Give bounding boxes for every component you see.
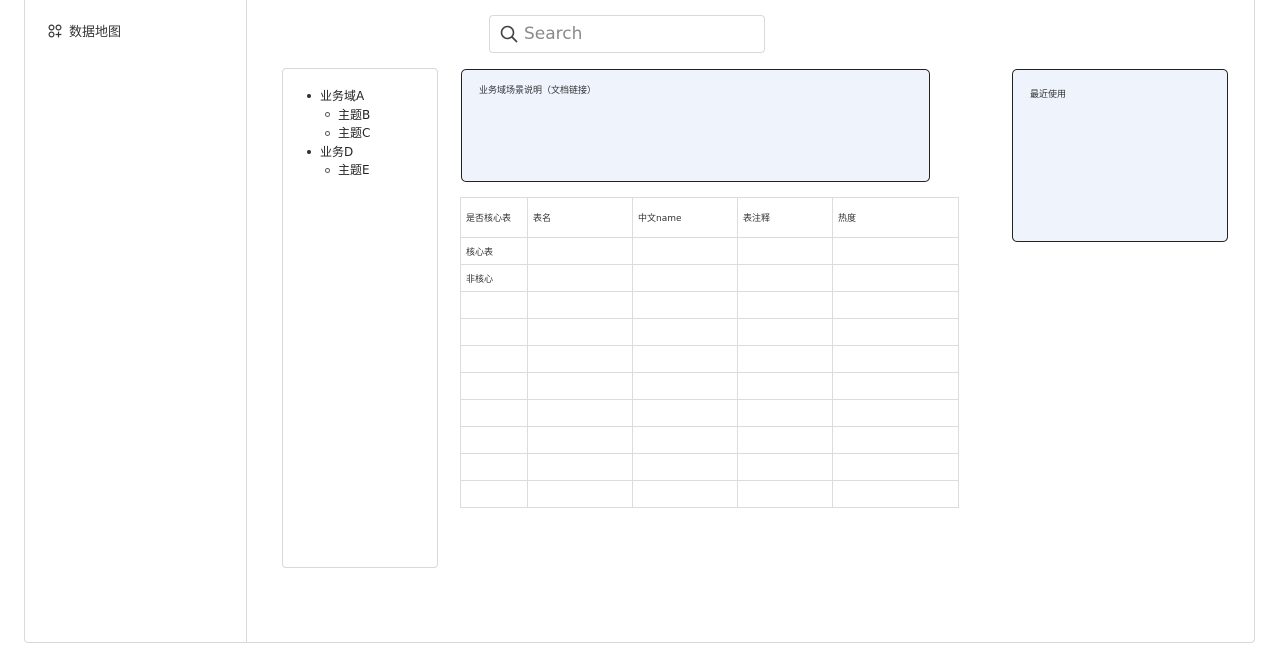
table-cell [632, 480, 738, 508]
grid-icon [48, 23, 62, 38]
table-cell [832, 291, 959, 319]
table-cell [460, 318, 528, 346]
tree-item-topic-e[interactable]: 主题E [307, 161, 370, 180]
domain-description-panel: 业务域场景说明（文档链接） [461, 69, 930, 182]
table-cell [737, 345, 833, 373]
column-header-chinese-name: 中文name [632, 197, 738, 238]
table-cell [460, 426, 528, 454]
table-cell [737, 372, 833, 400]
table-cell [632, 345, 738, 373]
search-input[interactable] [522, 23, 746, 45]
tree-item-label: 主题E [338, 163, 370, 177]
table-cell [632, 426, 738, 454]
search-icon[interactable] [500, 25, 518, 43]
table-cell [460, 372, 528, 400]
table-cell: 非核心 [460, 264, 528, 292]
table-cell [460, 453, 528, 481]
table-cell [527, 291, 633, 319]
tree-item-label: 业务域A [320, 89, 365, 103]
table-cell [460, 291, 528, 319]
table-cell [737, 480, 833, 508]
table-cell [737, 399, 833, 427]
table-cell [832, 372, 959, 400]
table-cell [832, 264, 959, 292]
tree-item-label: 主题B [338, 107, 371, 122]
table-cell [527, 372, 633, 400]
tree-item-topic-b[interactable]: 主题B [307, 106, 370, 125]
table-cell [460, 345, 528, 373]
domain-description-link[interactable]: 业务域场景说明（文档链接） [479, 83, 596, 96]
column-header-table-name: 表名 [527, 197, 633, 238]
table-row[interactable] [460, 345, 959, 373]
tree-item-domain-d[interactable]: 业务D [307, 143, 370, 162]
table-cell [460, 399, 528, 427]
table-row[interactable]: 非核心 [460, 264, 959, 292]
table-list: 是否核心表 表名 中文name 表注释 热度 核心表 非核心 [460, 197, 959, 508]
table-cell [737, 291, 833, 319]
sidebar-item-data-map[interactable]: 数据地图 [48, 21, 121, 40]
column-header-table-comment: 表注释 [737, 197, 833, 238]
table-cell [527, 318, 633, 346]
table-cell [737, 426, 833, 454]
table-cell [832, 480, 959, 508]
table-cell [832, 453, 959, 481]
table-row[interactable] [460, 453, 959, 481]
table-cell [632, 318, 738, 346]
table-cell [737, 453, 833, 481]
table-cell [832, 399, 959, 427]
tree-item-label: 主题C [338, 126, 371, 140]
table-body: 核心表 非核心 [460, 237, 959, 508]
table-cell [832, 345, 959, 373]
table-cell [527, 345, 633, 373]
table-cell [737, 237, 833, 265]
sidebar: 数据地图 [24, 0, 247, 643]
sidebar-item-label: 数据地图 [69, 25, 122, 40]
table-cell [832, 318, 959, 346]
table-cell [632, 264, 738, 292]
tree-item-topic-c[interactable]: 主题C [307, 124, 370, 143]
table-row[interactable] [460, 372, 959, 400]
table-cell [527, 480, 633, 508]
table-cell [832, 426, 959, 454]
search-bar[interactable] [489, 15, 765, 53]
table-cell [832, 237, 959, 265]
column-header-is-core: 是否核心表 [460, 197, 528, 238]
tree-item-domain-a[interactable]: 业务域A [307, 87, 370, 106]
column-header-popularity: 热度 [832, 197, 959, 238]
table-cell [460, 480, 528, 508]
table-row[interactable] [460, 399, 959, 427]
table-cell [632, 291, 738, 319]
table-row[interactable] [460, 291, 959, 319]
tree-item-label: 业务D [320, 144, 354, 159]
table-cell: 核心表 [460, 237, 528, 265]
table-row[interactable] [460, 480, 959, 508]
table-cell [737, 264, 833, 292]
domain-tree: 业务域A 主题B 主题C 业务D 主题E [307, 87, 370, 180]
table-cell [632, 372, 738, 400]
recently-used-title: 最近使用 [1030, 90, 1067, 100]
table-cell [632, 453, 738, 481]
table-row[interactable]: 核心表 [460, 237, 959, 265]
table-cell [632, 237, 738, 265]
table-row[interactable] [460, 426, 959, 454]
table-cell [527, 399, 633, 427]
table-cell [527, 426, 633, 454]
table-cell [632, 399, 738, 427]
table-header-row: 是否核心表 表名 中文name 表注释 热度 [460, 197, 959, 238]
table-cell [527, 264, 633, 292]
table-cell [737, 318, 833, 346]
recently-used-panel: 最近使用 [1012, 69, 1228, 242]
table-cell [527, 237, 633, 265]
table-cell [527, 453, 633, 481]
domain-tree-panel: 业务域A 主题B 主题C 业务D 主题E [282, 68, 438, 568]
table-row[interactable] [460, 318, 959, 346]
